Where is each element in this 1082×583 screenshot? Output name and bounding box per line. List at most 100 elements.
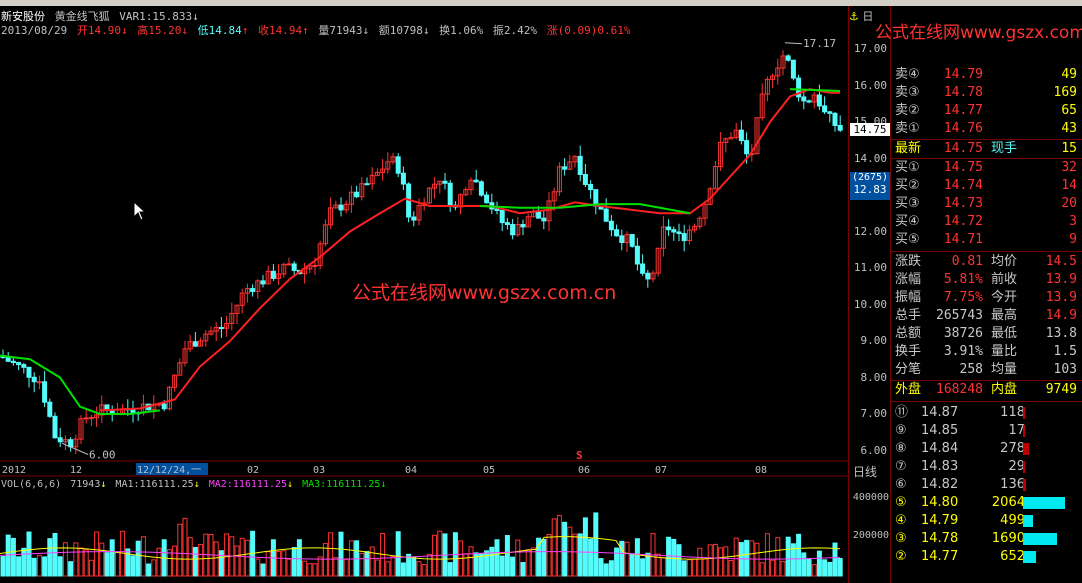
period-label[interactable]: 日线 (853, 463, 877, 480)
buy-price: 14.75 (943, 160, 983, 175)
hand-vol: 15 (1061, 141, 1077, 156)
volume-bar (822, 559, 828, 577)
volume-bar (629, 553, 635, 577)
price-level-row[interactable]: ④ 14.79 499 (891, 512, 1081, 530)
sell-row[interactable]: 卖② 14.77 65 (891, 102, 1081, 120)
price-level-row[interactable]: ⑨ 14.85 17 (891, 422, 1081, 440)
price-tick: 7.00 (860, 407, 888, 420)
outer-inner-row[interactable]: 外盘 168248 内盘 9749 (891, 381, 1081, 399)
cursor-tag-value: 12.83 (853, 183, 887, 196)
buy-row[interactable]: 买③ 14.73 20 (891, 195, 1081, 213)
volume-bar (660, 557, 666, 577)
level-volume-bar (1023, 443, 1029, 455)
cursor-price-tag: (2675) 12.83 (850, 172, 890, 200)
candle-body (504, 222, 510, 225)
stat-row[interactable]: 振幅 7.75% 今开 13.9 (891, 289, 1081, 307)
sell-vol: 43 (1061, 121, 1077, 136)
stat-label: 分笔 (895, 362, 922, 377)
quote-high-value: 高15.20 (137, 24, 182, 37)
price-level-row[interactable]: ⑧ 14.84 278 (891, 440, 1081, 458)
buy-row[interactable]: 买⑤ 14.71 9 (891, 231, 1081, 249)
quote-turnover: 换1.06% (439, 24, 484, 37)
volume-bar (515, 539, 521, 577)
volume-bar (426, 553, 432, 577)
candle-body (645, 272, 651, 280)
candle-body (130, 408, 136, 414)
candle-body (510, 223, 516, 236)
stat-value: 0.81 (951, 254, 983, 269)
buy-price: 14.74 (943, 178, 983, 193)
stat-value: 5.81% (943, 272, 983, 287)
stat-row[interactable]: 总手 265743 最高 14.9 (891, 307, 1081, 325)
level-volume-bar (1023, 551, 1036, 563)
volume-bar (796, 533, 802, 577)
quote-volume-arrow: ↓ (362, 24, 370, 37)
volume-bar (400, 562, 406, 577)
volume-bar (198, 543, 204, 577)
sell-vol: 169 (1053, 85, 1077, 100)
volume-bar (489, 546, 495, 577)
candle-body (629, 234, 635, 247)
latest-row[interactable]: 最新 14.75 现手 15 (891, 140, 1081, 158)
buy-label: 买③ (895, 196, 920, 211)
time-axis-label: 07 (655, 465, 667, 476)
stat-row[interactable]: 涨幅 5.81% 前收 13.9 (891, 271, 1081, 289)
stat-row[interactable]: 涨跌 0.81 均价 14.5 (891, 253, 1081, 271)
volume-bar (47, 538, 53, 577)
stat-row[interactable]: 换手 3.91% 量比 1.5 (891, 343, 1081, 361)
axis-corner-label: 日 (862, 10, 874, 23)
volume-bar (364, 551, 370, 577)
inner-label: 内盘 (991, 382, 1018, 397)
level-volume-bar (1023, 533, 1057, 545)
volume-bar (551, 518, 557, 577)
vol-tick-400k: 400000 (852, 492, 889, 503)
watermark-center: 公式在线网www.gszx.com.cn (352, 282, 617, 304)
vol-value-number: 71943 (70, 479, 101, 490)
candle-body (16, 362, 22, 366)
buy-label: 买⑤ (895, 232, 920, 247)
level-index: ⑪ (895, 405, 909, 420)
vol-value-arrow: ↓ (100, 479, 107, 490)
buy-row[interactable]: 买② 14.74 14 (891, 177, 1081, 195)
level-index: ⑥ (895, 477, 907, 492)
volume-bar (686, 559, 692, 577)
quote-amplitude: 振2.42% (492, 24, 537, 37)
buy-row[interactable]: 买① 14.75 32 (891, 159, 1081, 177)
volume-bar (692, 558, 698, 577)
stat-row[interactable]: 总额 38726 最低 13.8 (891, 325, 1081, 343)
volume-bar (260, 563, 266, 577)
stat-value: 7.75% (943, 290, 983, 305)
time-axis-label: 05 (483, 465, 495, 476)
candle-body (26, 366, 32, 378)
buy-row[interactable]: 买④ 14.72 3 (891, 213, 1081, 231)
sell-vol: 49 (1061, 67, 1077, 82)
price-level-row[interactable]: ⑪ 14.87 118 (891, 404, 1081, 422)
price-tick: 11.00 (853, 261, 887, 274)
volume-bar (723, 546, 729, 577)
price-level-row[interactable]: ⑥ 14.82 136 (891, 476, 1081, 494)
volume-bar (114, 552, 120, 577)
volume-bar (276, 550, 282, 577)
stat-row[interactable]: 分笔 258 均量 103 (891, 361, 1081, 379)
quote-open-value: 开14.90 (76, 24, 121, 37)
stat-value-2: 13.8 (1045, 326, 1077, 341)
sell-row[interactable]: 卖④ 14.79 49 (891, 66, 1081, 84)
sell-row[interactable]: 卖① 14.76 43 (891, 120, 1081, 138)
volume-bar (21, 547, 27, 577)
price-level-row[interactable]: ⑦ 14.83 29 (891, 458, 1081, 476)
outer-value: 168248 (936, 382, 983, 397)
kline-chart-area[interactable]: 17.17 6.00 S 2012 12 12/12/24,一 02 03 04 05 06 07 08… (0, 6, 848, 583)
watermark-top: 公式在线网www.gszx.com.cn (875, 23, 1082, 43)
candle-body (738, 129, 744, 142)
volume-bar (525, 549, 531, 577)
sell-row[interactable]: 卖③ 14.78 169 (891, 84, 1081, 102)
candle-body (816, 94, 822, 107)
candle-body (666, 226, 672, 231)
candle-body (634, 245, 640, 265)
quote-amount: 额10798↓ (379, 24, 430, 37)
volume-bar (395, 531, 401, 577)
volume-bar (494, 539, 500, 577)
volume-bar (759, 562, 765, 577)
quote-low-arrow: ↑ (241, 24, 249, 37)
price-level-row[interactable]: ② 14.77 652 (891, 548, 1081, 566)
